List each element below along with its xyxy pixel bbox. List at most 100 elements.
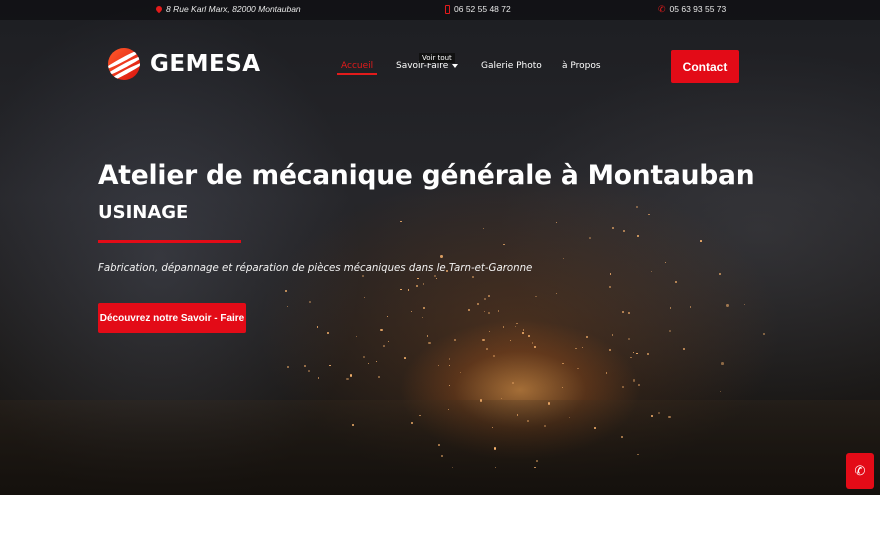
mobile-icon [445,4,450,14]
spark [362,355,366,358]
spark [435,277,438,280]
spark [483,297,486,300]
spark [637,234,640,237]
spark [471,276,474,279]
spark [448,364,451,367]
nav-item-a-propos[interactable]: à Propos [562,61,601,71]
spark [400,220,402,223]
hero-subtitle: USINAGE [98,202,189,223]
spark [532,342,534,344]
active-nav-underline [337,73,377,75]
spark [448,358,451,360]
spark [400,288,402,290]
spark [510,340,512,342]
spark [582,347,584,349]
spark [451,466,453,468]
spark [606,372,608,374]
floating-call-button[interactable]: ✆ [846,453,874,489]
spark [535,295,537,297]
spark [307,369,310,372]
spark [612,227,615,230]
spark [544,424,547,427]
spark [586,335,589,338]
mobile-number: 06 52 55 48 72 [454,4,511,14]
spark [482,228,485,230]
spark [486,348,489,350]
spark [682,347,685,350]
spark [522,332,525,335]
spark [488,311,490,314]
spark [411,422,414,424]
spark [422,307,425,310]
spark [627,337,630,340]
spark [646,352,649,355]
spark [547,402,551,405]
spark [355,335,357,337]
spark [433,274,437,277]
spark [454,339,457,341]
spark [502,326,505,328]
spark [497,310,500,313]
spark [482,338,485,342]
spark [364,296,366,298]
spark [308,301,312,304]
spark [527,335,530,338]
map-pin-icon [154,4,164,14]
spark [361,274,364,277]
spark [522,329,525,331]
spark [636,352,639,355]
nav-item-galerie-photo[interactable]: Galerie Photo [481,61,542,71]
logo-mark-icon [108,48,140,80]
spark [438,444,440,447]
discover-savoir-faire-button[interactable]: Découvrez notre Savoir - Faire [98,303,246,333]
spark [377,375,380,378]
spark [633,379,636,382]
spark [488,295,490,298]
spark [426,335,429,337]
spark [428,341,431,345]
hero-divider [98,240,241,243]
spark [407,289,410,291]
spark [367,362,369,364]
address-text: 8 Rue Karl Marx, 82000 Montauban [166,4,301,14]
spark [440,255,443,258]
spark [700,240,702,243]
spark [349,374,353,377]
contact-button[interactable]: Contact [671,50,739,83]
spark [630,357,632,359]
address-item[interactable]: 8 Rue Karl Marx, 82000 Montauban [154,4,301,14]
nav-tooltip: Voir tout [419,53,455,63]
spark [589,236,592,239]
spark [562,362,564,365]
spark [689,305,692,308]
spark [622,230,625,233]
nav-item-accueil[interactable]: Accueil [341,61,373,71]
spark [609,286,611,288]
spark [411,310,413,313]
spark [743,303,746,306]
spark [612,334,614,336]
spark [651,414,654,417]
spark [404,356,406,359]
spark [460,371,462,373]
spark [303,365,306,368]
spark [635,205,639,209]
spark [650,270,652,272]
spark [422,283,424,285]
spark [387,316,389,318]
spark [380,328,383,332]
spark [669,330,672,332]
spark [621,310,625,314]
spark [316,326,319,329]
spark [415,284,419,287]
phone-item[interactable]: ✆ 05 63 93 55 73 [658,4,726,14]
mobile-item[interactable]: 06 52 55 48 72 [445,4,511,14]
logo[interactable]: GEMESA [108,48,261,80]
spark [609,349,612,351]
spark [668,415,671,419]
spark [516,322,518,325]
spark [346,378,349,381]
hero-title: Atelier de mécanique générale à Montauba… [98,160,755,191]
spark [720,390,722,392]
top-info-bar: 8 Rue Karl Marx, 82000 Montauban 06 52 5… [0,0,880,20]
